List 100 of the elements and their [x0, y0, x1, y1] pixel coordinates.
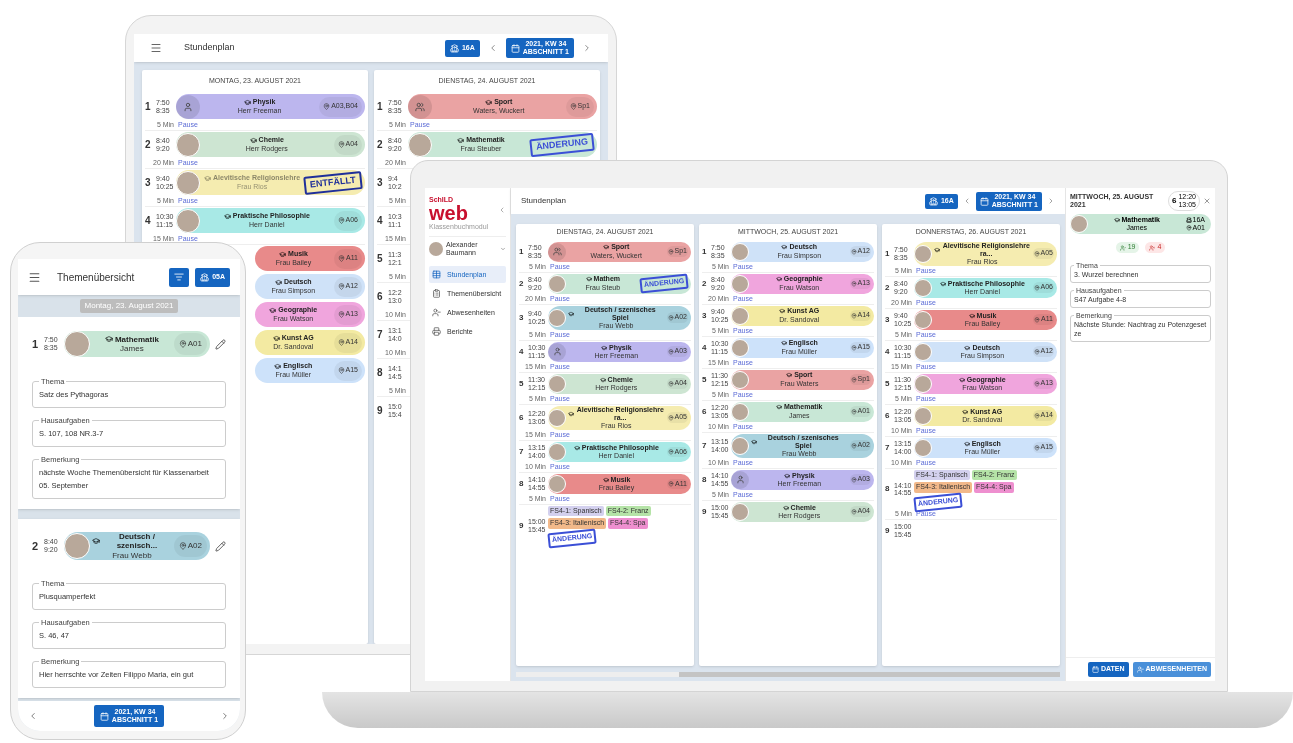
stamp: ÄNDERUNG — [529, 132, 595, 157]
map-pin-icon — [1033, 380, 1040, 387]
map-pin-icon — [338, 255, 346, 262]
photo-placeholder — [731, 502, 749, 521]
map-pin-icon — [337, 311, 345, 318]
period-number: 8 — [885, 483, 891, 496]
map-pin-icon — [337, 217, 345, 224]
graduation-cap-icon — [775, 276, 782, 283]
photo-placeholder — [548, 274, 566, 293]
group-icon — [548, 242, 566, 261]
map-pin-icon — [323, 103, 331, 110]
period-number: 5 — [702, 373, 708, 386]
photo-placeholder — [176, 170, 200, 195]
filter-button[interactable] — [169, 267, 190, 287]
map-pin-icon — [850, 280, 857, 287]
graduation-cap-icon — [600, 344, 607, 351]
map-pin-icon — [850, 508, 857, 515]
period-number: 4 — [377, 214, 384, 228]
graduation-cap-icon — [962, 408, 969, 415]
map-pin-icon — [667, 380, 674, 387]
period-number: 6 — [519, 411, 525, 424]
graduation-cap-icon — [204, 174, 211, 182]
map-pin-icon — [850, 408, 857, 415]
period-number: 1 — [32, 336, 40, 352]
chevron-right-icon[interactable] — [1047, 197, 1055, 205]
graduation-cap-icon — [599, 376, 606, 383]
photo-placeholder — [731, 306, 749, 325]
graduation-cap-icon — [783, 472, 790, 479]
filter-icon — [174, 272, 185, 282]
chevron-left-icon[interactable] — [28, 711, 38, 721]
map-pin-icon — [178, 542, 187, 550]
graduation-cap-icon — [934, 246, 940, 253]
graduation-cap-icon — [272, 334, 280, 342]
pencil-icon[interactable] — [215, 540, 226, 552]
graduation-cap-icon — [782, 504, 789, 511]
menu-icon[interactable] — [28, 270, 41, 284]
photo-placeholder — [731, 274, 749, 293]
photo-placeholder — [914, 438, 932, 457]
period-number: 9 — [702, 505, 708, 518]
calendar-icon — [979, 196, 989, 206]
period-number: 1 — [519, 245, 525, 258]
period-number: 4 — [145, 214, 152, 228]
pencil-icon[interactable] — [215, 338, 226, 350]
photo-placeholder — [408, 132, 432, 157]
menu-icon[interactable] — [150, 42, 162, 54]
close-icon[interactable] — [1203, 197, 1211, 205]
photo-placeholder — [731, 402, 749, 421]
graduation-cap-icon — [104, 335, 113, 344]
period-number: 3 — [702, 309, 708, 322]
period-number: 4 — [519, 345, 525, 358]
map-pin-icon — [337, 367, 345, 374]
graduation-cap-icon — [751, 438, 757, 445]
graduation-cap-icon — [92, 537, 100, 546]
map-pin-icon — [1033, 250, 1040, 257]
period-number: 6 — [377, 290, 384, 304]
chevron-right-icon[interactable] — [220, 711, 230, 721]
graduation-cap-icon — [249, 136, 257, 144]
map-pin-icon — [178, 340, 187, 348]
photo-placeholder — [176, 208, 200, 233]
caret-icon — [500, 245, 506, 252]
period-number: 1 — [885, 247, 891, 260]
period-number: 6 — [1172, 195, 1177, 207]
period-number: 2 — [885, 281, 891, 294]
map-pin-icon — [850, 312, 857, 319]
map-pin-icon — [1033, 348, 1040, 355]
collapse-icon[interactable] — [498, 206, 506, 214]
graduation-cap-icon — [602, 476, 609, 483]
graduation-cap-icon — [780, 340, 787, 347]
graduation-cap-icon — [573, 444, 580, 451]
calendar-icon — [510, 43, 520, 53]
scrollbar[interactable] — [516, 672, 1060, 677]
photo-placeholder — [914, 278, 932, 297]
graduation-cap-icon — [243, 98, 251, 106]
graduation-cap-icon — [568, 410, 574, 417]
lesson-pill[interactable]: Mathematik James A01 — [64, 331, 210, 357]
lesson-pill[interactable]: Deutsch / szenisch... Frau Webb A02 — [64, 532, 210, 560]
period-number: 9 — [885, 525, 891, 538]
graduation-cap-icon — [781, 244, 788, 251]
period-number: 9 — [519, 519, 525, 532]
person-icon — [176, 94, 200, 119]
school-icon — [449, 43, 459, 53]
photo-placeholder — [176, 132, 200, 157]
period-number: 1 — [145, 100, 152, 114]
graduation-cap-icon — [223, 212, 231, 220]
graduation-cap-icon — [457, 136, 465, 144]
photo-placeholder — [64, 533, 90, 559]
period-number: 3 — [885, 313, 891, 326]
photo-placeholder — [548, 408, 566, 427]
graduation-cap-icon — [964, 344, 971, 351]
period-number: 8 — [377, 366, 384, 380]
user-x-icon — [1149, 244, 1156, 251]
graduation-cap-icon — [603, 244, 610, 251]
map-pin-icon — [337, 141, 345, 148]
period-number: 5 — [377, 252, 384, 266]
graduation-cap-icon — [269, 306, 277, 314]
graduation-cap-icon — [274, 278, 282, 286]
map-pin-icon — [850, 442, 857, 449]
period-number: 3 — [377, 176, 384, 190]
map-pin-icon — [667, 448, 674, 455]
chevron-right-icon[interactable] — [582, 43, 592, 53]
